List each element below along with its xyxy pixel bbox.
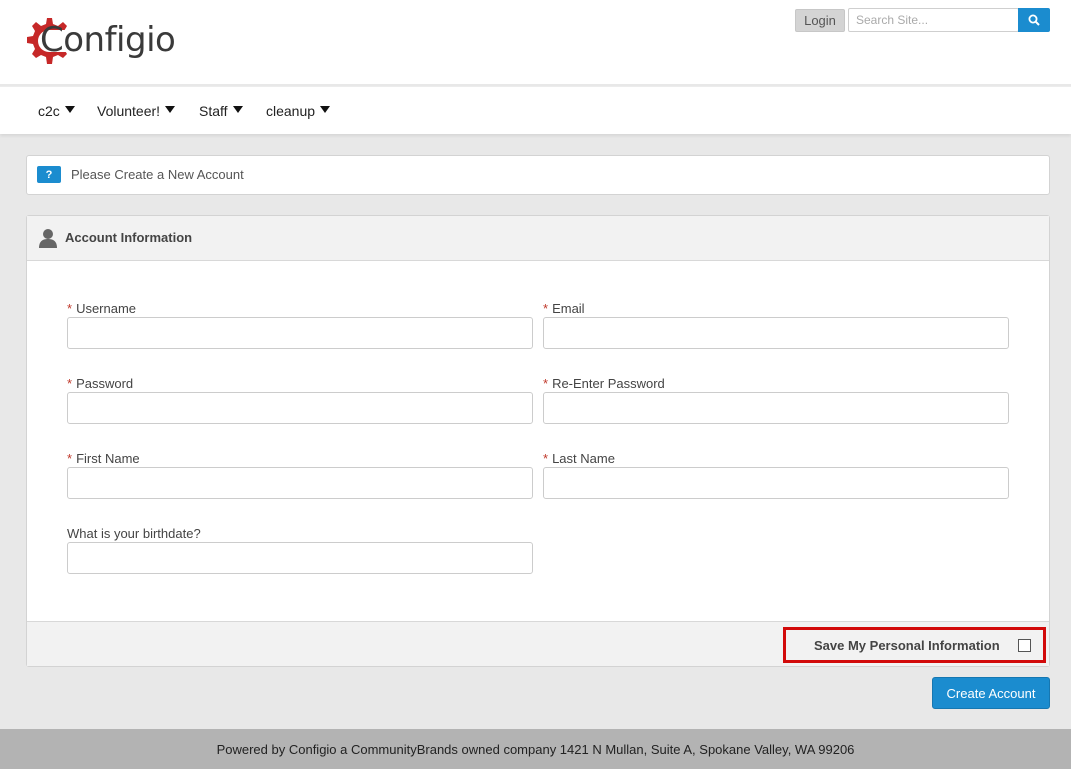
- panel-footer: Save My Personal Information: [27, 621, 1049, 666]
- main-nav: c2c Volunteer! Staff cleanup: [0, 86, 1071, 134]
- panel-title: Account Information: [65, 230, 193, 245]
- footer-text: Powered by Configio a CommunityBrands ow…: [216, 741, 855, 757]
- nav-item-label: c2c: [38, 103, 60, 119]
- first-name-input[interactable]: [67, 467, 533, 499]
- password-label: * Password: [67, 376, 134, 391]
- nav-item-label: cleanup: [266, 103, 316, 119]
- notice-text: Please Create a New Account: [71, 167, 244, 182]
- help-icon[interactable]: ?: [37, 166, 61, 183]
- required-marker: *: [543, 301, 549, 316]
- caret-down-icon: [232, 106, 243, 113]
- required-marker: *: [67, 301, 73, 316]
- top-header: Configio Login: [0, 0, 1071, 84]
- required-marker: *: [67, 376, 73, 391]
- email-label: * Email: [543, 301, 585, 316]
- nav-item-volunteer[interactable]: Volunteer!: [97, 103, 176, 119]
- account-information-panel: Account Information * Username * Email * Pa…: [26, 215, 1050, 667]
- last-name-label: * Last Name: [543, 451, 615, 466]
- nav-item-staff[interactable]: Staff: [199, 103, 243, 119]
- info-notice: ? Please Create a New Account: [26, 155, 1050, 195]
- user-icon: [39, 229, 57, 248]
- required-marker: *: [67, 451, 73, 466]
- caret-down-icon: [165, 106, 176, 113]
- search-icon: [1028, 14, 1040, 26]
- nav-item-label: Volunteer!: [97, 103, 161, 119]
- nav-item-label: Staff: [199, 103, 228, 119]
- username-label: * Username: [67, 301, 137, 316]
- login-button[interactable]: Login: [795, 9, 845, 32]
- save-info-highlight: Save My Personal Information: [783, 627, 1046, 663]
- first-name-label: * First Name: [67, 451, 140, 466]
- search-button[interactable]: [1018, 8, 1050, 32]
- birthdate-label: What is your birthdate?: [67, 526, 201, 541]
- caret-down-icon: [320, 106, 331, 113]
- search-input[interactable]: [848, 8, 1019, 32]
- caret-down-icon: [64, 106, 75, 113]
- save-info-checkbox[interactable]: [1018, 639, 1031, 652]
- configio-logo[interactable]: Configio: [24, 14, 194, 70]
- panel-header: Account Information: [27, 216, 1049, 261]
- required-marker: *: [543, 451, 549, 466]
- required-marker: *: [543, 376, 549, 391]
- nav-item-cleanup[interactable]: cleanup: [266, 103, 331, 119]
- username-input[interactable]: [67, 317, 533, 349]
- email-input[interactable]: [543, 317, 1009, 349]
- last-name-input[interactable]: [543, 467, 1009, 499]
- nav-item-c2c[interactable]: c2c: [38, 103, 75, 119]
- site-footer: Powered by Configio a CommunityBrands ow…: [0, 729, 1071, 769]
- reenter-password-label: * Re-Enter Password: [543, 376, 665, 391]
- password-input[interactable]: [67, 392, 533, 424]
- reenter-password-input[interactable]: [543, 392, 1009, 424]
- brand-name: Configio: [40, 20, 176, 60]
- save-info-label[interactable]: Save My Personal Information: [814, 638, 1000, 653]
- birthdate-input[interactable]: [67, 542, 533, 574]
- create-account-button[interactable]: Create Account: [932, 677, 1050, 709]
